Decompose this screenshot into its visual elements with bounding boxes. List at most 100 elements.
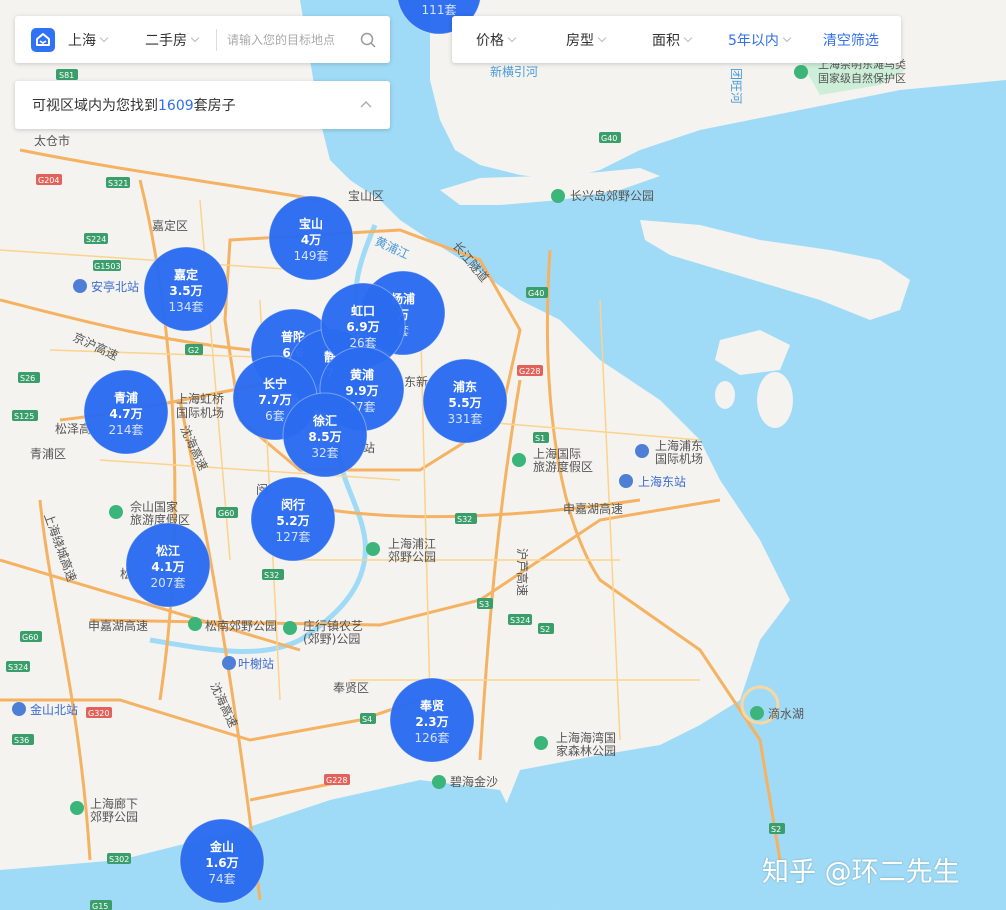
city-label: 上海	[68, 32, 96, 49]
road-shield: S81	[56, 69, 78, 80]
road-shield-label: G60	[22, 633, 38, 642]
district-name: 虹口	[351, 303, 375, 318]
road-shield: S2	[538, 623, 554, 634]
district-marker[interactable]: 松江 4.1万 207套	[125, 522, 211, 608]
road-shield: G320	[86, 707, 112, 718]
chevron-down-icon	[597, 33, 607, 42]
road-shield-label: S26	[20, 374, 35, 383]
place-label: 团旺河	[729, 68, 743, 104]
road-shield: G2	[185, 344, 203, 355]
road-shield-label: G320	[88, 709, 109, 718]
price-filter[interactable]: 价格	[476, 30, 517, 50]
result-suffix: 套房子	[193, 98, 236, 114]
search-icon[interactable]	[360, 32, 376, 48]
place-label: 郊野公园	[90, 810, 138, 824]
district-marker[interactable]: 浦东 5.5万 331套	[422, 358, 508, 444]
layout-filter[interactable]: 房型	[566, 30, 607, 50]
place-label: 上海廊下	[90, 796, 138, 811]
price-filter-label: 价格	[476, 32, 504, 49]
district-price: 7.7万	[258, 393, 291, 407]
district-name: 金山	[209, 839, 234, 854]
district-count: 32套	[311, 446, 338, 460]
district-price: 4.7万	[109, 407, 142, 421]
road-shield: S32	[455, 513, 477, 524]
road-shield-label: S324	[510, 616, 530, 625]
district-price: 4.1万	[151, 560, 184, 574]
train-station-icon	[12, 702, 26, 716]
road-shield: S321	[106, 177, 130, 188]
place-label: 金山北站	[30, 702, 78, 717]
place-label: 上海海湾国	[556, 730, 616, 745]
place-label: 国际机场	[655, 452, 703, 466]
road-shield-label: S32	[264, 571, 279, 580]
road-shield: G60	[216, 507, 238, 518]
district-name: 奉贤	[419, 698, 444, 713]
place-label: 上海国际	[533, 446, 581, 461]
road-shield: G228	[324, 774, 350, 785]
road-shield: S2	[769, 823, 785, 834]
house-type-label: 二手房	[145, 32, 187, 49]
district-name: 松江	[156, 543, 180, 558]
district-marker[interactable]: 奉贤 2.3万 126套	[389, 677, 475, 763]
road-shield-label: S125	[14, 412, 34, 421]
area-filter[interactable]: 面积	[652, 30, 693, 50]
district-price: 3.5万	[169, 284, 202, 298]
road-shield-label: S81	[59, 71, 74, 80]
result-summary: 可视区域内为您找到1609套房子	[32, 95, 236, 115]
house-type-dropdown[interactable]: 二手房	[145, 30, 200, 50]
years-filter[interactable]: 5年以内	[728, 30, 792, 50]
district-price: 1.6万	[205, 856, 238, 870]
district-count: 331套	[448, 412, 483, 426]
park-icon	[534, 736, 548, 750]
place-label: 沪芦高速	[515, 548, 530, 596]
park-icon	[70, 801, 84, 815]
road-shield: S36	[12, 734, 34, 745]
district-count: 149套	[294, 249, 329, 263]
result-count: 1609	[158, 98, 194, 114]
result-prefix: 可视区域内为您找到	[32, 98, 158, 114]
district-marker[interactable]: 青浦 4.7万 214套	[83, 369, 169, 455]
road-shield-label: G40	[601, 134, 617, 143]
district-count: 127套	[276, 530, 311, 544]
train-station-icon	[73, 279, 87, 293]
park-icon	[750, 706, 764, 720]
road-shield-label: S4	[362, 715, 372, 724]
road-shield-label: G60	[218, 509, 234, 518]
place-label: 上海浦东	[655, 438, 703, 453]
district-marker[interactable]: 徐汇 8.5万 32套	[282, 392, 368, 478]
place-label: 国家级自然保护区	[818, 71, 906, 85]
place-label: 奉贤区	[333, 681, 369, 695]
district-count: 214套	[109, 423, 144, 437]
district-name: 徐汇	[312, 413, 337, 428]
clear-filters-label: 清空筛选	[822, 32, 879, 49]
district-count: 111套	[422, 3, 457, 17]
road-shield-label: S2	[771, 825, 781, 834]
road-shield: S224	[84, 233, 108, 244]
district-marker[interactable]: 金山 1.6万 74套	[179, 818, 265, 904]
result-panel: 可视区域内为您找到1609套房子	[15, 81, 390, 129]
map-canvas[interactable]: 太仓市 宝山区 嘉定区 安亭北站 京沪高速 上海虹桥 国际机场 松泽高 青浦区 …	[0, 0, 1006, 910]
district-marker[interactable]: 嘉定 3.5万 134套	[143, 246, 229, 332]
chevron-up-icon[interactable]	[360, 100, 372, 108]
district-price: 5.5万	[448, 396, 481, 410]
park-icon	[794, 65, 808, 79]
district-count: 6套	[265, 409, 285, 423]
district-name: 黄浦	[350, 367, 374, 382]
park-icon	[366, 542, 380, 556]
road-shield-label: S32	[457, 515, 472, 524]
island-shoal-small	[715, 381, 735, 409]
road-shield-label: G228	[519, 367, 540, 376]
park-icon	[109, 505, 123, 519]
train-station-icon	[619, 474, 633, 488]
search-input[interactable]	[227, 32, 352, 47]
place-label: 碧海金沙	[450, 774, 498, 789]
district-count: 74套	[208, 872, 235, 886]
place-label: 佘山国家	[130, 499, 178, 514]
city-dropdown[interactable]: 上海	[68, 30, 109, 50]
clear-filters-button[interactable]: 清空筛选	[823, 30, 879, 50]
home-logo-icon[interactable]	[31, 27, 55, 52]
district-marker[interactable]: 宝山 4万 149套	[268, 195, 354, 281]
place-label: 嘉定区	[152, 218, 188, 233]
district-marker[interactable]: 闵行 5.2万 127套	[250, 476, 336, 562]
road-shield-label: G15	[92, 902, 108, 910]
